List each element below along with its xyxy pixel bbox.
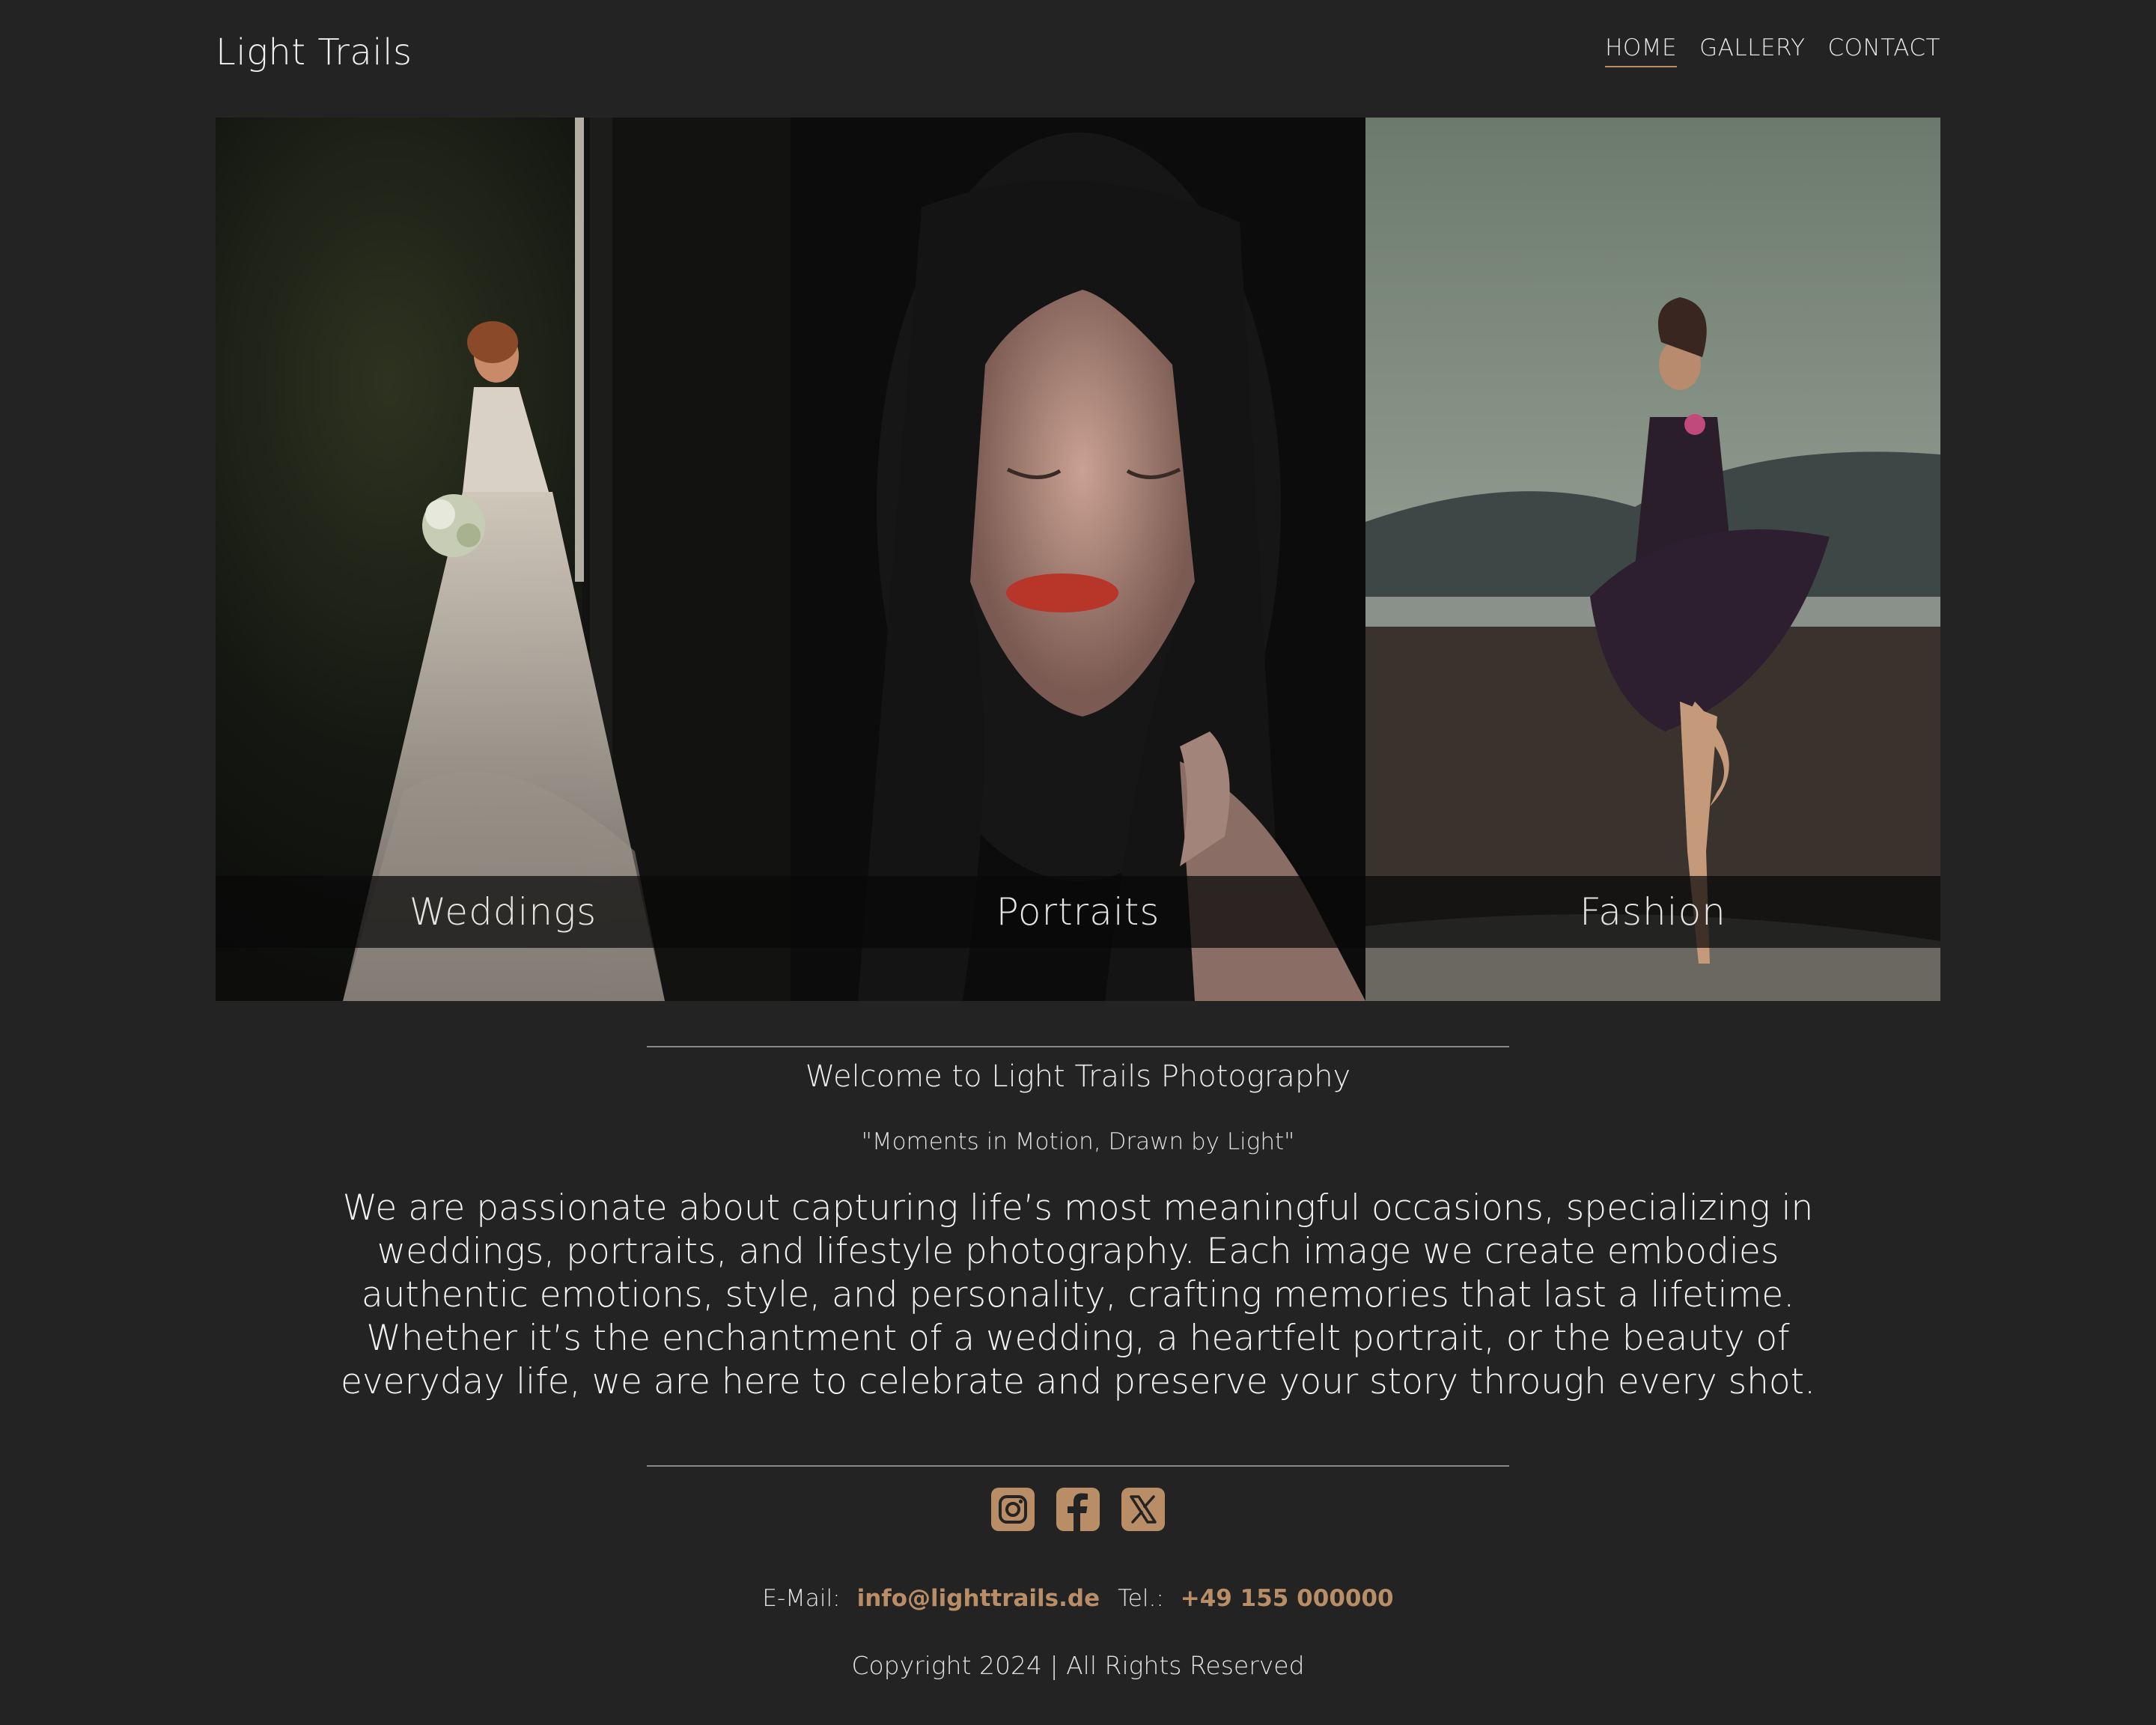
welcome-heading: Welcome to Light Trails Photography [805, 1059, 1351, 1094]
email-link[interactable]: info@lighttrails.de [857, 1585, 1100, 1612]
gallery-caption-fashion: Fashion [1365, 876, 1940, 948]
instagram-icon[interactable] [991, 1488, 1035, 1531]
weddings-photo [216, 118, 791, 1001]
category-gallery: Weddings Portraits Fashion [216, 118, 1940, 1001]
divider-bottom [647, 1465, 1509, 1467]
site-logo[interactable]: Light Trails [216, 31, 412, 73]
email-label: E-Mail: [762, 1585, 841, 1612]
contact-line: E-Mail: info@lighttrails.de Tel.: +49 155 0… [0, 1585, 2156, 1612]
nav-gallery[interactable]: GALLERY [1699, 34, 1805, 67]
gallery-card-portraits[interactable]: Portraits [791, 118, 1365, 1001]
fashion-photo [1365, 118, 1940, 1001]
copyright: Copyright 2024 | All Rights Reserved [851, 1651, 1305, 1680]
nav-home[interactable]: HOME [1605, 34, 1678, 67]
nav-contact[interactable]: CONTACT [1827, 34, 1940, 67]
x-icon[interactable] [1121, 1488, 1165, 1531]
gallery-card-weddings[interactable]: Weddings [216, 118, 791, 1001]
tel-label: Tel.: [1118, 1585, 1164, 1612]
tel-link[interactable]: +49 155 000000 [1181, 1585, 1394, 1612]
divider-top [647, 1046, 1509, 1047]
tagline: "Moments in Motion, Drawn by Light" [861, 1128, 1295, 1155]
gallery-card-fashion[interactable]: Fashion [1365, 118, 1940, 1001]
social-links [0, 1488, 2156, 1531]
intro-paragraph: We are passionate about capturing life’s… [340, 1187, 1816, 1402]
gallery-caption-weddings: Weddings [216, 876, 791, 948]
main-nav: HOME GALLERY CONTACT [1605, 34, 1940, 67]
page: Light Trails HOME GALLERY CONTACT Weddin… [0, 0, 2156, 1725]
portraits-photo [791, 118, 1365, 1001]
gallery-caption-portraits: Portraits [791, 876, 1365, 948]
facebook-icon[interactable] [1056, 1488, 1100, 1531]
